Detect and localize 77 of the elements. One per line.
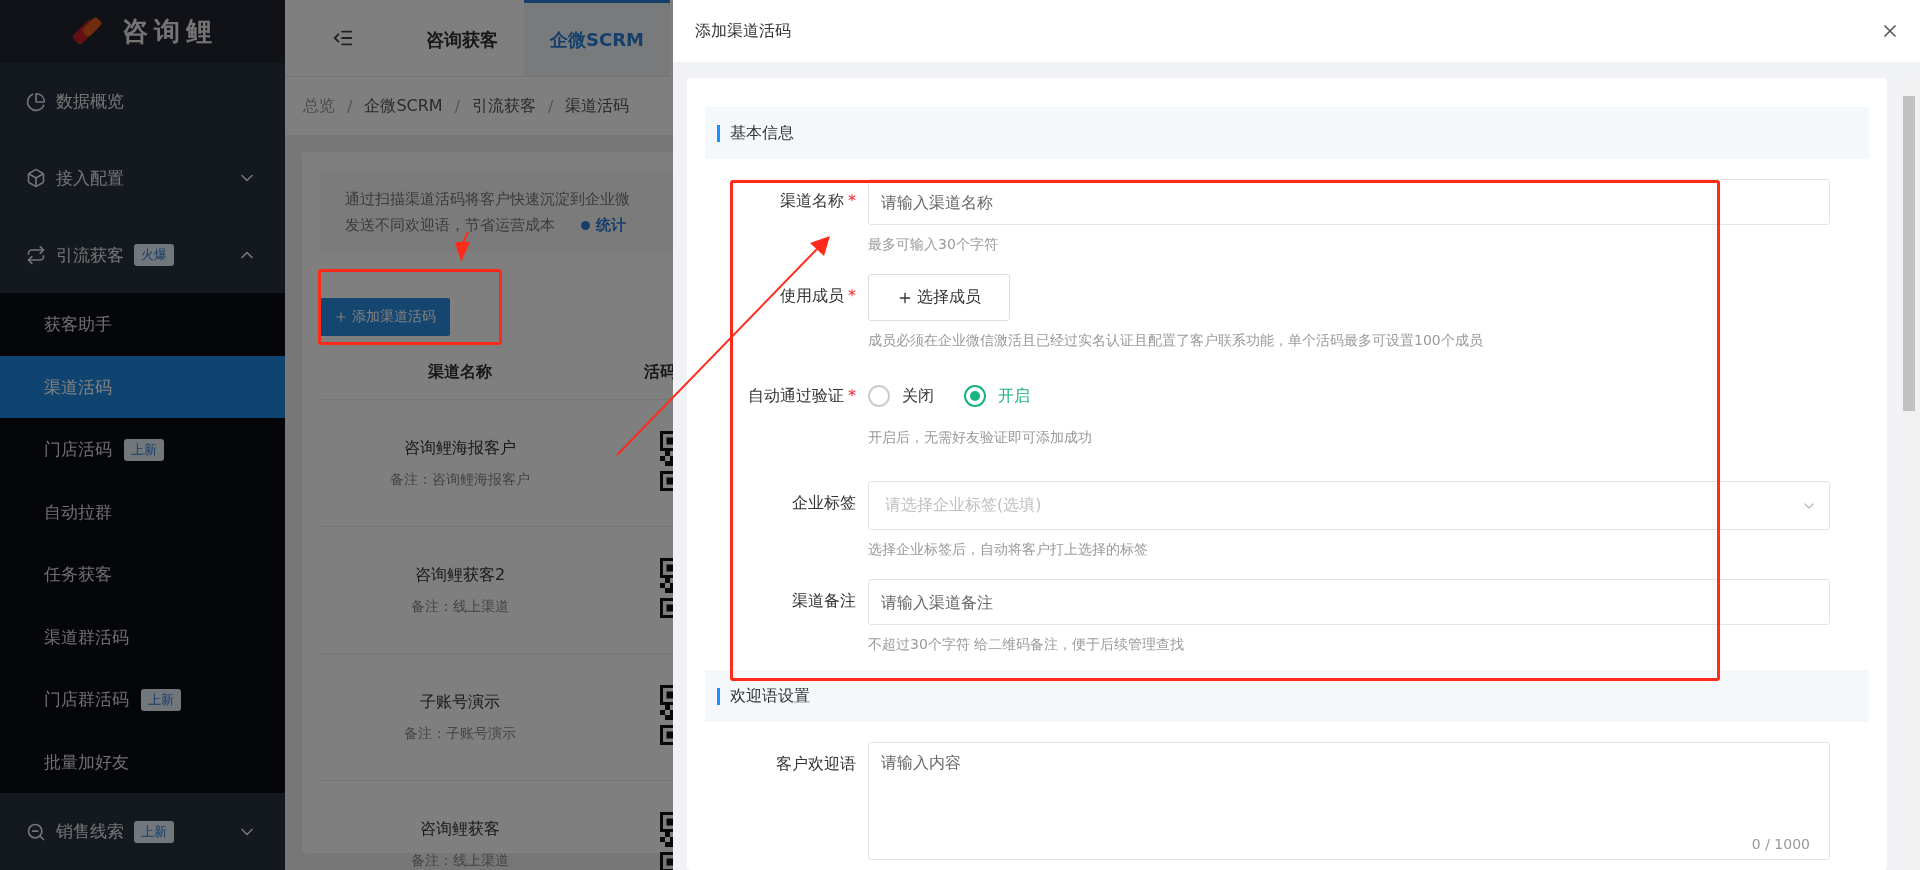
required-mark: * xyxy=(848,286,856,305)
drawer-title: 添加渠道活码 xyxy=(695,20,791,42)
submenu-label: 自动拉群 xyxy=(44,500,112,524)
required-mark: * xyxy=(848,386,856,405)
submenu-item[interactable]: 批量加好友 xyxy=(0,730,285,794)
field-hint: 开启后，无需好友验证即可添加成功 xyxy=(868,429,1093,447)
menu-label: 销售线索 xyxy=(56,820,124,844)
description-text: 发送不同欢迎语，节省运营成本 xyxy=(345,216,555,234)
submenu-label: 获客助手 xyxy=(44,313,112,337)
field-label: 渠道名称 xyxy=(780,191,844,212)
breadcrumb-link[interactable]: 引流获客 xyxy=(472,95,537,117)
pie-chart-icon xyxy=(26,91,46,112)
submenu-label: 渠道活码 xyxy=(44,375,112,399)
plus-icon xyxy=(334,310,348,324)
radio-option[interactable]: 开启 xyxy=(964,385,1030,407)
menu-item[interactable]: 引流获客 火爆 xyxy=(0,216,285,294)
submenu-item[interactable]: 渠道活码 xyxy=(0,355,285,419)
select-member-button[interactable]: 选择成员 xyxy=(868,274,1010,321)
submenu-item[interactable]: 获客助手 xyxy=(0,293,285,356)
menu-label: 接入配置 xyxy=(56,166,124,190)
menu-item[interactable]: 销售线索 上新 xyxy=(0,793,285,870)
breadcrumb-link[interactable]: 渠道活码 xyxy=(565,95,630,117)
field-hint: 成员必须在企业微信激活且已经过实名认证且配置了客户联系功能，单个活码最多可设置100个成员 xyxy=(868,332,1484,350)
description-text: 通过扫描渠道活码将客户快速沉淀到企业微 xyxy=(345,189,631,210)
submenu-item[interactable]: 门店活码 上新 xyxy=(0,418,285,481)
channel-name: 咨询鲤获客2 xyxy=(414,564,506,586)
required-mark: * xyxy=(848,191,856,210)
add-channel-button[interactable]: 添加渠道活码 xyxy=(320,298,450,336)
submenu-label: 任务获客 xyxy=(44,563,112,587)
field-hint: 选择企业标签后，自动将客户打上选择的标签 xyxy=(868,541,1149,559)
field-label: 渠道备注 xyxy=(792,591,856,612)
menu-label: 数据概览 xyxy=(56,90,124,114)
field-label: 自动通过验证 xyxy=(748,386,844,407)
menu-badge: 上新 xyxy=(134,820,174,843)
menu-item[interactable]: 接入配置 xyxy=(0,140,285,217)
submenu-item[interactable]: 自动拉群 xyxy=(0,480,285,544)
field-label: 企业标签 xyxy=(792,493,856,514)
text-field[interactable]: 请输入渠道名称 xyxy=(868,179,1830,225)
submenu-item[interactable]: 任务获客 xyxy=(0,543,285,606)
nav-tab[interactable]: 企微SCRM xyxy=(524,0,670,76)
submenu-label: 渠道群活码 xyxy=(44,625,129,649)
radio-option[interactable]: 关闭 xyxy=(868,385,934,407)
field-hint: 不超过30个字符 给二维码备注，便于后续管理查找 xyxy=(868,636,1186,654)
field-label: 使用成员 xyxy=(780,286,844,307)
menu-label: 引流获客 xyxy=(56,243,124,267)
submenu-label: 门店活码 xyxy=(44,438,112,462)
text-field[interactable]: 请输入渠道备注 xyxy=(868,579,1830,625)
breadcrumb-link[interactable]: 企微SCRM xyxy=(364,95,443,117)
annotation-arrow xyxy=(455,231,470,262)
scrollbar[interactable] xyxy=(1900,78,1917,870)
char-counter: 0 / 1000 xyxy=(1751,836,1810,852)
menu-item[interactable]: 数据概览 xyxy=(0,63,285,140)
zoom-out-icon xyxy=(26,821,46,842)
breadcrumb-separator: / xyxy=(347,96,353,116)
cube-icon xyxy=(26,168,46,189)
column-header: 渠道名称 xyxy=(427,362,493,383)
submenu-label: 门店群活码 xyxy=(44,688,129,712)
submenu-item[interactable]: 门店群活码 上新 xyxy=(0,668,285,731)
bullet-icon xyxy=(581,221,590,230)
submenu-item[interactable]: 渠道群活码 xyxy=(0,605,285,669)
section-title: 基本信息 xyxy=(730,122,794,144)
logo-text: 咨询鲤 xyxy=(121,15,218,49)
breadcrumb-separator: / xyxy=(454,96,461,116)
menu-badge: 上新 xyxy=(124,438,164,461)
channel-name: 咨询鲤海报客户 xyxy=(404,437,516,459)
channel-name: 咨询鲤获客 xyxy=(420,818,500,840)
submenu-label: 批量加好友 xyxy=(44,750,129,774)
section-title: 欢迎语设置 xyxy=(730,685,810,707)
menu-badge: 上新 xyxy=(141,688,181,711)
stats-link[interactable]: 统计 xyxy=(596,216,626,234)
repeat-icon xyxy=(26,245,46,265)
channel-note: 备注：咨询鲤海报客户 xyxy=(390,470,530,489)
field-hint: 最多可输入30个字符 xyxy=(868,236,999,254)
breadcrumb-separator: / xyxy=(548,96,554,116)
channel-name: 子账号演示 xyxy=(420,691,500,713)
field-label: 客户欢迎语 xyxy=(776,754,856,775)
menu-badge: 火爆 xyxy=(134,244,174,266)
